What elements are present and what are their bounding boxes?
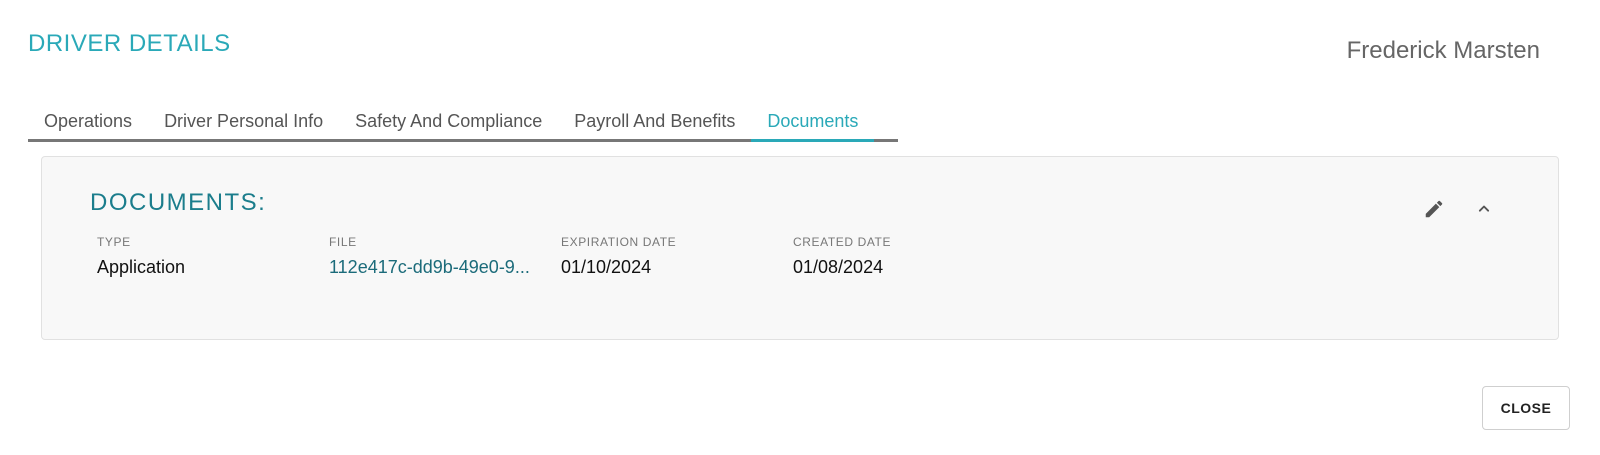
close-button[interactable]: CLOSE — [1482, 386, 1570, 430]
tab-documents[interactable]: Documents — [751, 106, 875, 142]
section-title: DOCUMENTS: — [90, 189, 267, 216]
column-header-file: FILE — [329, 235, 357, 249]
panel-actions — [1420, 195, 1498, 223]
tab-bar: Operations Driver Personal Info Safety A… — [28, 106, 898, 142]
driver-name: Frederick Marsten — [1346, 37, 1540, 64]
tab-safety-and-compliance[interactable]: Safety And Compliance — [339, 106, 558, 139]
tab-operations[interactable]: Operations — [28, 106, 148, 139]
document-created-date: 01/08/2024 — [793, 257, 884, 277]
pencil-icon — [1425, 200, 1443, 218]
page-title: DRIVER DETAILS — [28, 30, 231, 57]
edit-button[interactable] — [1420, 195, 1448, 223]
tab-payroll-and-benefits[interactable]: Payroll And Benefits — [558, 106, 751, 139]
document-file-link[interactable]: 112e417c-dd9b-49e0-9... — [329, 257, 551, 278]
chevron-up-icon — [1478, 205, 1490, 212]
collapse-button[interactable] — [1470, 195, 1498, 223]
column-header-type: TYPE — [97, 235, 131, 249]
column-header-expiration-date: EXPIRATION DATE — [561, 235, 677, 249]
documents-panel: DOCUMENTS: TYPE FILE EXPIRATION DATE CRE… — [41, 156, 1559, 340]
tab-driver-personal-info[interactable]: Driver Personal Info — [148, 106, 339, 139]
column-header-created-date: CREATED DATE — [793, 235, 892, 249]
driver-details-dialog: DRIVER DETAILS Frederick Marsten Operati… — [0, 0, 1600, 455]
document-type: Application — [97, 257, 186, 277]
document-expiration-date: 01/10/2024 — [561, 257, 652, 277]
